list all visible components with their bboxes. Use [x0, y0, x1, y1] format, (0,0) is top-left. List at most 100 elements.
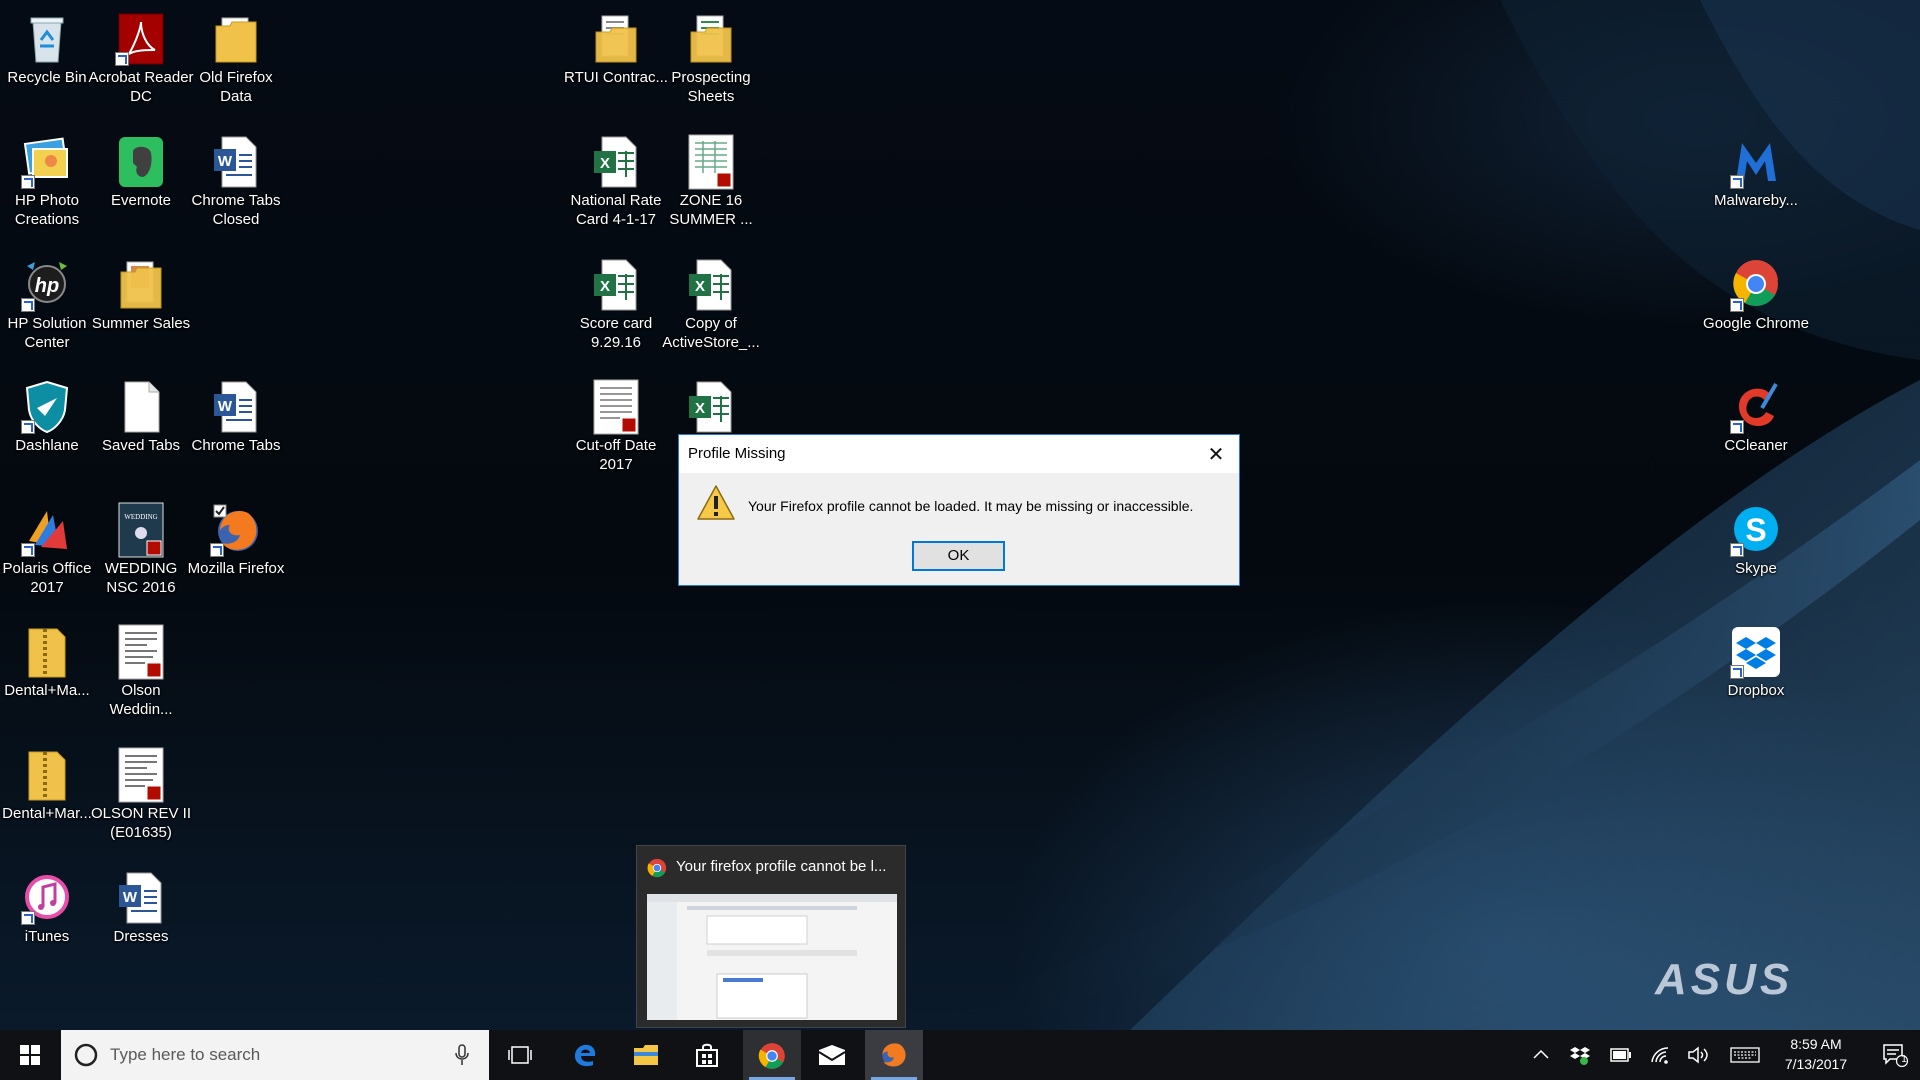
desktop-icon-chrome-tabs-closed[interactable]: W Chrome Tabs Closed: [189, 127, 283, 239]
desktop-icon-label: Summer Sales: [91, 315, 191, 332]
desktop-icon-label: Dresses: [113, 928, 169, 945]
chrome-icon: [758, 1043, 785, 1069]
tray-volume[interactable]: [1684, 1030, 1712, 1080]
desktop-icon-rtui-contract[interactable]: RTUI Contrac...: [564, 4, 668, 116]
svg-text:hp: hp: [35, 275, 59, 297]
desktop-icon-mozilla-firefox[interactable]: Mozilla Firefox: [188, 495, 284, 607]
svg-text:S: S: [1745, 512, 1766, 548]
preview-thumbnail: [647, 894, 897, 1020]
desktop-icon-prospecting-sheets[interactable]: Prospecting Sheets: [664, 4, 758, 116]
desktop-icon-evernote[interactable]: Evernote: [94, 127, 188, 239]
pdf-doc-icon: WEDDING: [118, 502, 164, 558]
excel-icon: X: [689, 381, 732, 433]
desktop-icon-label: Dental+Ma...: [4, 682, 90, 699]
desktop-icon-olson-wedding[interactable]: Olson Weddin...: [94, 617, 188, 729]
desktop-icon-label: Evernote: [110, 192, 172, 209]
start-button[interactable]: [0, 1030, 60, 1080]
taskbar-search-box[interactable]: Type here to search: [61, 1030, 489, 1080]
desktop-icon-label: National Rate Card 4-1-17: [570, 192, 662, 228]
desktop-icon-label: iTunes: [24, 928, 70, 945]
blank-doc-icon: [124, 381, 160, 433]
shortcut-arrow-icon: [1730, 175, 1744, 189]
tray-touch-keyboard[interactable]: [1726, 1030, 1764, 1080]
desktop-icon-label: Recycle Bin: [7, 69, 87, 86]
desktop-icon-label: Prospecting Sheets: [671, 69, 751, 105]
dialog-titlebar[interactable]: Profile Missing ✕: [679, 435, 1239, 473]
desktop-icon-malwarebytes[interactable]: Malwareby...: [1709, 127, 1803, 239]
desktop-icon-ccleaner[interactable]: CCleaner: [1709, 372, 1803, 484]
recycle-bin-icon: [30, 17, 64, 63]
svg-text:W: W: [123, 889, 138, 906]
shortcut-arrow-icon: [21, 298, 35, 312]
desktop-icon-dashlane[interactable]: Dashlane: [0, 372, 94, 484]
desktop-icon-label: WEDDING NSC 2016: [104, 560, 178, 596]
desktop-icon-polaris-office[interactable]: Polaris Office 2017: [0, 495, 94, 607]
tray-network[interactable]: [1646, 1030, 1674, 1080]
desktop-icon-wedding-nsc-2016[interactable]: WEDDING WEDDING NSC 2016: [94, 495, 188, 607]
desktop-icon-saved-tabs[interactable]: Saved Tabs: [94, 372, 188, 484]
tray-dropbox[interactable]: [1566, 1030, 1594, 1080]
desktop-icon-itunes[interactable]: iTunes: [0, 863, 94, 975]
desktop-icon-hp-solution-center[interactable]: hp HP Solution Center: [0, 250, 94, 362]
desktop-icon-score-card[interactable]: X Score card 9.29.16: [569, 250, 663, 362]
folder-icon: [690, 15, 732, 63]
desktop-icon-label: HP Solution Center: [7, 315, 87, 351]
desktop-icon-dropbox[interactable]: Dropbox: [1709, 617, 1803, 729]
dialog-title: Profile Missing: [688, 445, 786, 462]
desktop-icon-copy-of-activestore[interactable]: X Copy of ActiveStore_...: [662, 250, 760, 362]
cortana-ring-icon: [74, 1043, 98, 1067]
ok-button[interactable]: OK: [912, 541, 1005, 571]
desktop-icon-old-firefox-data[interactable]: Old Firefox Data: [189, 4, 283, 116]
search-placeholder: Type here to search: [110, 1045, 261, 1064]
desktop-icon-label: Copy of ActiveStore_...: [662, 315, 760, 351]
desktop-icon-hp-photo[interactable]: HP Photo Creations: [0, 127, 94, 239]
desktop-icon-cut-off-date[interactable]: Cut-off Date 2017: [569, 372, 663, 484]
desktop-icon-label: ZONE 16 SUMMER ...: [669, 192, 753, 228]
desktop-icon-dental-ma[interactable]: Dental+Ma...: [0, 617, 94, 729]
close-icon[interactable]: ✕: [1193, 435, 1239, 473]
shortcut-arrow-icon: [1730, 420, 1744, 434]
desktop-icon-national-rate-card[interactable]: X National Rate Card 4-1-17: [569, 127, 663, 239]
desktop-icon-label: Dental+Mar...: [2, 805, 92, 822]
desktop-icon-label: Polaris Office 2017: [2, 560, 92, 596]
tray-clock[interactable]: 8:59 AM 7/13/2017: [1768, 1030, 1864, 1080]
desktop-icon-dresses[interactable]: W Dresses: [94, 863, 188, 975]
zip-folder-icon: [28, 751, 66, 801]
taskbar-chrome[interactable]: [743, 1030, 801, 1080]
edge-icon: [575, 1044, 596, 1067]
taskbar-firefox[interactable]: [865, 1030, 923, 1080]
desktop-icon-summer-sales[interactable]: Summer Sales: [92, 250, 190, 362]
desktop-icon-zone-16-summer[interactable]: ZONE 16 SUMMER ...: [664, 127, 758, 239]
desktop-icon-google-chrome[interactable]: Google Chrome: [1703, 250, 1809, 362]
taskbar-store[interactable]: [682, 1030, 732, 1080]
task-view-button[interactable]: [495, 1030, 543, 1080]
desktop-icon-dental-mar[interactable]: Dental+Mar...: [0, 740, 94, 852]
desktop-icon-label: Saved Tabs: [101, 437, 181, 454]
taskbar-mail[interactable]: [806, 1030, 858, 1080]
show-hidden-icons-button[interactable]: [1528, 1030, 1554, 1080]
file-explorer-icon: [634, 1045, 658, 1065]
action-center-button[interactable]: 1: [1870, 1030, 1916, 1080]
shortcut-arrow-icon: [21, 911, 35, 925]
word-doc-icon: W: [119, 872, 162, 924]
taskbar: Type here to search 8:59 AM 7/13/2017 1: [0, 1030, 1920, 1080]
taskbar-thumbnail-preview[interactable]: Your firefox profile cannot be l...: [636, 845, 906, 1028]
taskbar-file-explorer[interactable]: [621, 1030, 671, 1080]
desktop-icon-skype[interactable]: S Skype: [1709, 495, 1803, 607]
pdf-doc-icon: [593, 379, 639, 435]
battery-icon: [1610, 1048, 1631, 1062]
tray-battery[interactable]: [1606, 1030, 1634, 1080]
excel-icon: X: [594, 259, 637, 311]
desktop-icon-label: RTUI Contrac...: [564, 69, 668, 86]
zip-folder-icon: [28, 628, 66, 678]
desktop-icon-acrobat[interactable]: Acrobat Reader DC: [88, 4, 194, 116]
microphone-icon[interactable]: [455, 1044, 469, 1066]
desktop-icon-label: Mozilla Firefox: [187, 560, 285, 577]
desktop-icon-recycle-bin[interactable]: Recycle Bin: [0, 4, 94, 116]
taskbar-edge[interactable]: [560, 1030, 610, 1080]
clock-time: 8:59 AM: [1790, 1036, 1842, 1052]
desktop-icon-olson-rev-ii[interactable]: OLSON REV II (E01635): [91, 740, 191, 852]
shortcut-arrow-icon: [210, 543, 224, 557]
desktop-icon-chrome-tabs[interactable]: W Chrome Tabs: [189, 372, 283, 484]
notification-count: 1: [1901, 1054, 1907, 1065]
